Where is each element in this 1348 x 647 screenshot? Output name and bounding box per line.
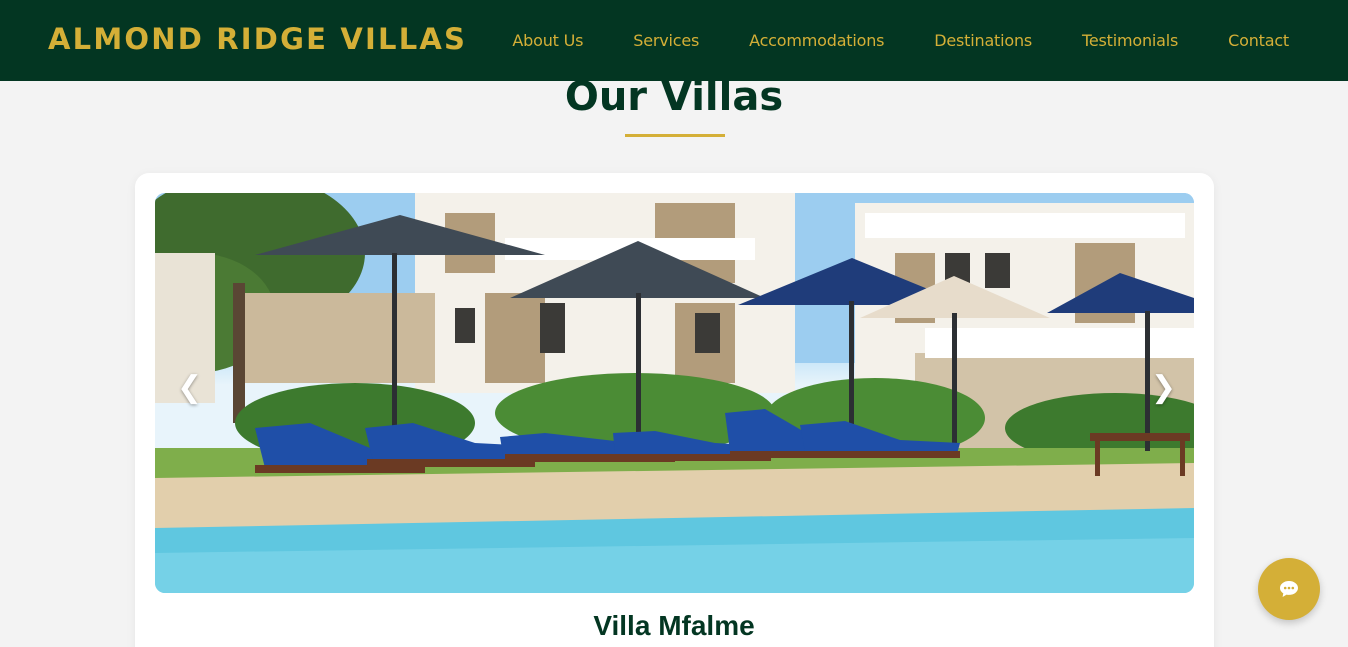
chat-bubble-icon: [1280, 581, 1298, 597]
nav-testimonials[interactable]: Testimonials: [1082, 31, 1178, 50]
chat-button[interactable]: [1258, 558, 1320, 620]
nav-services[interactable]: Services: [633, 31, 699, 50]
slider-prev-button[interactable]: ❮: [177, 370, 202, 405]
navbar: ALMOND RIDGE VILLAS About Us Services Ac…: [0, 0, 1348, 81]
title-underline: [625, 134, 725, 137]
nav-about-us[interactable]: About Us: [512, 31, 583, 50]
nav-links: About Us Services Accommodations Destina…: [462, 0, 1289, 81]
nav-destinations[interactable]: Destinations: [934, 31, 1032, 50]
villa-name: Villa Mfalme: [593, 610, 755, 641]
villa-photo: [155, 193, 1194, 593]
slider-next-button[interactable]: ❯: [1151, 370, 1176, 405]
nav-accommodations[interactable]: Accommodations: [749, 31, 884, 50]
villa-image-slider[interactable]: [155, 193, 1194, 593]
brand-logo[interactable]: ALMOND RIDGE VILLAS: [48, 22, 467, 56]
nav-contact[interactable]: Contact: [1228, 31, 1289, 50]
